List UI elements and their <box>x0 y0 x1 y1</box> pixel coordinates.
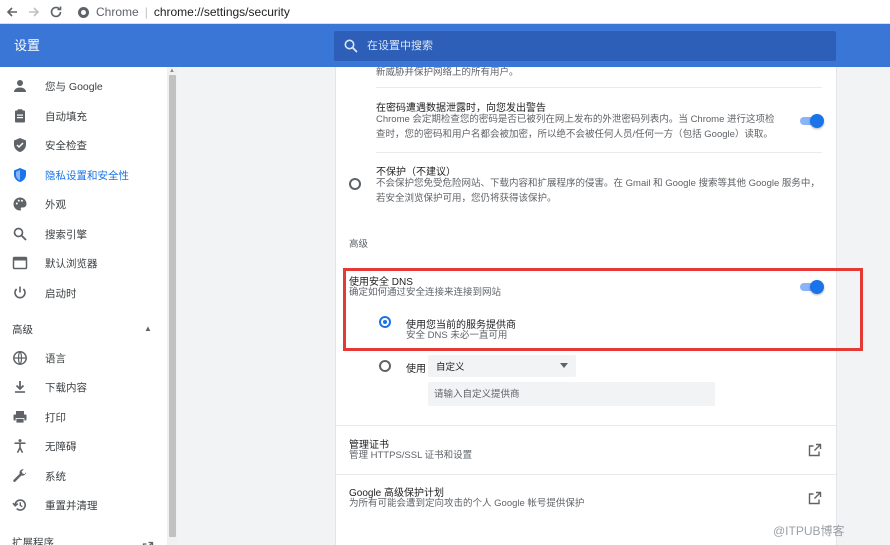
watermark: @ITPUB博客 <box>773 524 845 538</box>
address-bar[interactable]: Chrome | chrome://settings/security <box>78 2 290 22</box>
sidebar-item-system[interactable]: 系统 <box>0 461 167 491</box>
divider <box>376 152 822 153</box>
sidebar-item-extensions[interactable]: 扩展程序 <box>0 533 167 545</box>
download-icon <box>15 381 25 393</box>
provider-select[interactable]: 自定义 <box>428 355 576 377</box>
sidebar-item-accessibility[interactable]: 无障碍 <box>0 431 167 461</box>
sidebar-item-label: 语言 <box>45 352 66 365</box>
sidebar-item-autofill[interactable]: 自动填充 <box>0 101 167 131</box>
scrollbar-thumb[interactable] <box>169 75 176 537</box>
sidebar-item-label: 默认浏览器 <box>45 257 98 270</box>
clipboard-icon <box>15 109 25 123</box>
sidebar-item-appearance[interactable]: 外观 <box>0 189 167 219</box>
sidebar-item-languages[interactable]: 语言 <box>0 343 167 373</box>
sidebar-item-search-engine[interactable]: 搜索引擎 <box>0 219 167 249</box>
divider <box>376 87 822 88</box>
chevron-down-icon <box>560 363 568 368</box>
browser-toolbar: Chrome | chrome://settings/security <box>0 0 890 24</box>
breach-warning-desc-line1: Chrome 会定期检查您的密码是否已被列在网上发布的外泄密码列表内。当 Chr… <box>376 114 775 125</box>
external-link-icon[interactable] <box>808 443 822 457</box>
sidebar-item-label: 无障碍 <box>45 440 77 453</box>
sidebar-item-label: 系统 <box>45 470 66 483</box>
page-title: 设置 <box>14 38 41 53</box>
settings-search[interactable] <box>334 31 836 61</box>
shield-check-icon <box>14 138 26 152</box>
breach-warning-toggle[interactable] <box>798 114 824 128</box>
sidebar-advanced-label[interactable]: 高级 <box>12 322 33 337</box>
toggle-knob <box>810 114 824 128</box>
power-icon <box>14 286 26 299</box>
forward-icon[interactable] <box>24 2 44 22</box>
scroll-up-arrow-icon[interactable]: ▲ <box>169 68 175 74</box>
url-text: chrome://settings/security <box>153 5 290 19</box>
collapse-up-icon[interactable]: ▲ <box>144 324 152 333</box>
sidebar-item-label: 安全检查 <box>45 139 87 152</box>
sidebar-item-label: 您与 Google <box>45 80 103 93</box>
advanced-heading: 高级 <box>349 239 369 250</box>
wrench-icon <box>13 469 26 482</box>
highlight-annotation-box <box>343 268 863 351</box>
sidebar-scrollbar[interactable]: ▲ <box>167 67 178 545</box>
sidebar-item-label: 隐私设置和安全性 <box>45 169 129 182</box>
chrome-site-icon <box>78 6 89 18</box>
advanced-protection-desc: 为所有可能会遭到定向攻击的个人 Google 帐号提供保护 <box>349 498 585 509</box>
restore-icon <box>12 499 26 511</box>
accessibility-icon <box>14 439 26 454</box>
browser-icon <box>12 256 28 270</box>
custom-provider-radio[interactable] <box>379 360 391 372</box>
globe-icon <box>13 351 27 365</box>
sidebar-item-downloads[interactable]: 下载内容 <box>0 372 167 402</box>
address-separator: | <box>144 5 148 19</box>
printer-icon <box>13 411 27 424</box>
custom-provider-label: 使用 <box>406 364 426 375</box>
external-link-icon <box>142 541 154 545</box>
sidebar-item-printing[interactable]: 打印 <box>0 402 167 432</box>
sidebar-item-label: 下载内容 <box>45 381 87 394</box>
custom-provider-input[interactable] <box>428 382 715 406</box>
breach-warning-desc-line2: 查时，您的密码和用户名都会被加密，所以绝不会被任何人员/任何一方（包括 Goog… <box>376 129 773 140</box>
sidebar-item-safety-check[interactable]: 安全检查 <box>0 130 167 160</box>
no-protection-radio[interactable] <box>349 178 361 190</box>
manage-certificates-desc: 管理 HTTPS/SSL 证书和设置 <box>349 450 473 461</box>
search-icon <box>344 39 358 53</box>
sidebar: 您与 Google 自动填充 安全检查 隐私设置和安全性 外观 搜索引擎 默认浏… <box>0 67 178 545</box>
sidebar-item-label: 重置并清理 <box>45 499 98 512</box>
no-protection-desc-line2: 若安全浏览保护可用，您仍将获得该保护。 <box>376 193 557 204</box>
sidebar-item-you-and-google[interactable]: 您与 Google <box>0 71 167 101</box>
sidebar-item-privacy-security[interactable]: 隐私设置和安全性 <box>0 160 167 190</box>
top-continued-text: 新威胁并保护网络上的所有用户。 <box>376 67 519 78</box>
sidebar-item-label: 自动填充 <box>45 110 87 123</box>
site-name: Chrome <box>96 5 139 19</box>
palette-icon <box>13 197 27 211</box>
search-input[interactable] <box>367 40 787 52</box>
sidebar-item-label: 启动时 <box>45 287 77 300</box>
sidebar-item-default-browser[interactable]: 默认浏览器 <box>0 248 167 278</box>
external-link-icon[interactable] <box>808 491 822 505</box>
sidebar-item-label: 外观 <box>45 198 66 211</box>
no-protection-desc-line1: 不会保护您免受危险网站、下载内容和扩展程序的侵害。在 Gmail 和 Googl… <box>376 178 820 189</box>
person-icon <box>14 80 26 92</box>
back-icon[interactable] <box>2 2 22 22</box>
sidebar-item-label: 打印 <box>45 411 66 424</box>
provider-select-value: 自定义 <box>436 362 465 373</box>
sidebar-item-reset-cleanup[interactable]: 重置并清理 <box>0 490 167 520</box>
reload-icon[interactable] <box>46 2 66 22</box>
sidebar-item-label: 扩展程序 <box>12 537 54 545</box>
shield-icon <box>14 168 26 182</box>
search-icon <box>13 227 27 241</box>
sidebar-item-label: 搜索引擎 <box>45 228 87 241</box>
sidebar-item-on-startup[interactable]: 启动时 <box>0 278 167 308</box>
settings-header: 设置 <box>0 24 890 67</box>
